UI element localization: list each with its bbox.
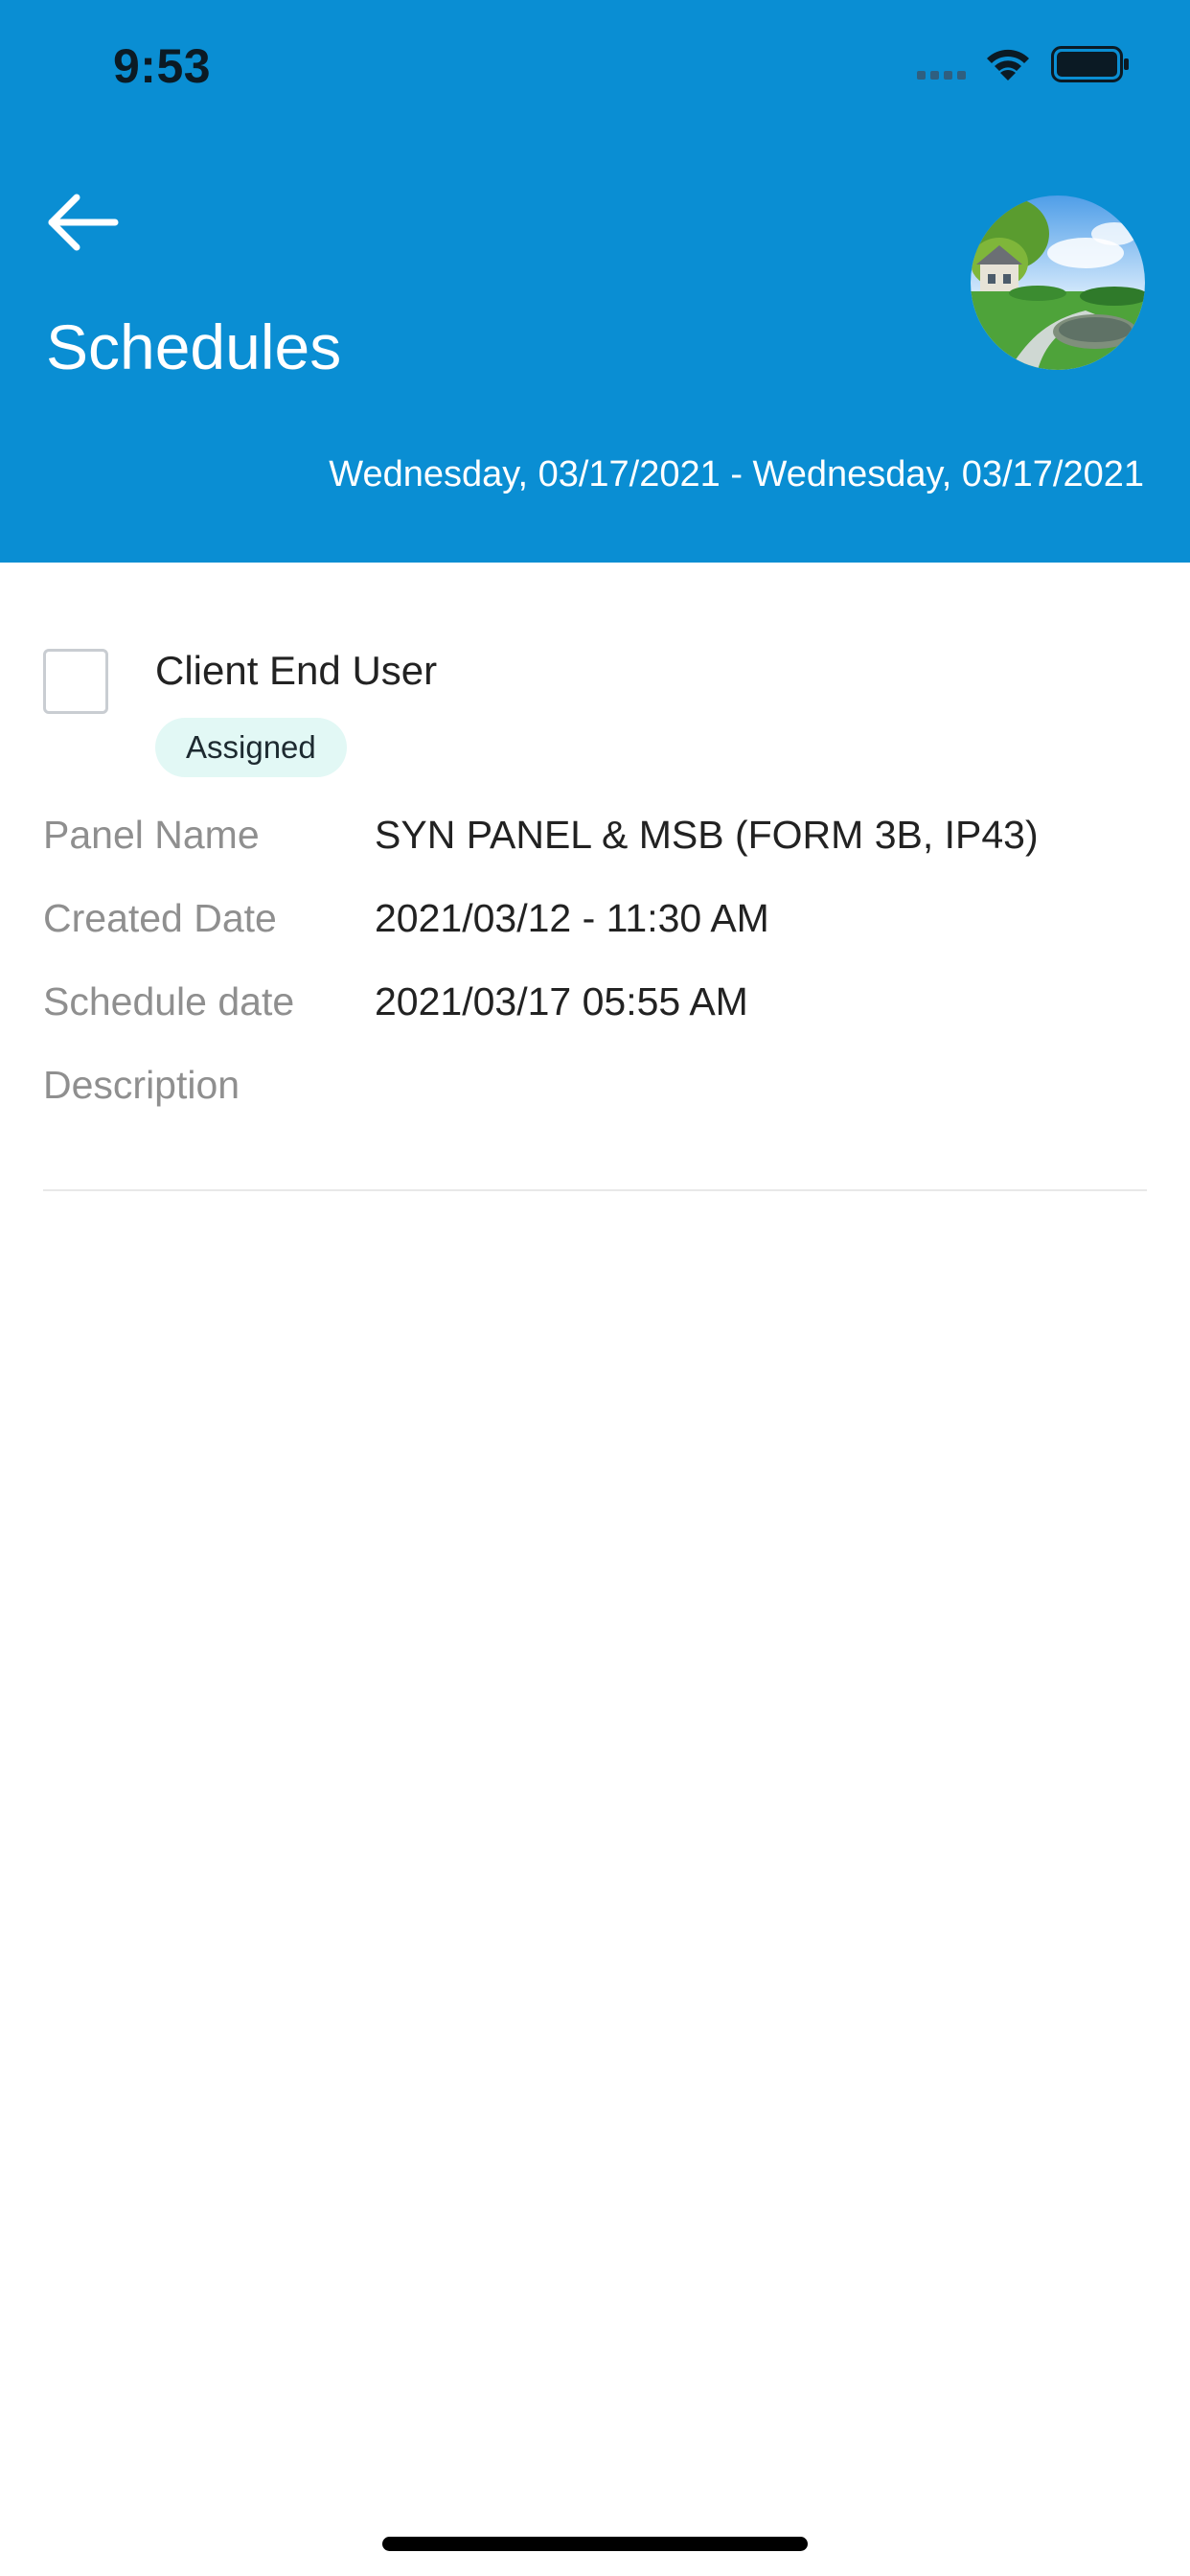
created-date-value: 2021/03/12 - 11:30 AM bbox=[375, 896, 769, 940]
user-avatar[interactable] bbox=[971, 196, 1145, 370]
home-indicator[interactable] bbox=[382, 2537, 808, 2551]
description-row: Description bbox=[43, 1063, 1145, 1120]
landscape-avatar-image bbox=[971, 196, 1145, 370]
battery-icon bbox=[1051, 46, 1129, 82]
wifi-icon bbox=[987, 49, 1029, 80]
schedule-date-value: 2021/03/17 05:55 AM bbox=[375, 979, 748, 1024]
select-checkbox[interactable] bbox=[43, 649, 108, 714]
panel-name-value: SYN PANEL & MSB (FORM 3B, IP43) bbox=[375, 813, 1039, 857]
app-header: 9:53 Schedules Wednesday, 03/17/2021 - W… bbox=[0, 0, 1190, 563]
page-title: Schedules bbox=[46, 311, 342, 382]
created-date-row: Created Date 2021/03/12 - 11:30 AM bbox=[43, 896, 1145, 954]
created-date-label: Created Date bbox=[43, 896, 277, 940]
panel-name-row: Panel Name SYN PANEL & MSB (FORM 3B, IP4… bbox=[43, 813, 1145, 870]
date-range: Wednesday, 03/17/2021 - Wednesday, 03/17… bbox=[329, 454, 1144, 494]
cellular-signal-icon bbox=[917, 71, 966, 80]
schedule-date-row: Schedule date 2021/03/17 05:55 AM bbox=[43, 979, 1145, 1037]
divider bbox=[43, 1189, 1147, 1191]
schedule-date-label: Schedule date bbox=[43, 979, 295, 1024]
description-label: Description bbox=[43, 1063, 240, 1107]
panel-name-label: Panel Name bbox=[43, 813, 260, 857]
back-arrow-icon[interactable] bbox=[44, 188, 125, 257]
client-name: Client End User bbox=[155, 648, 438, 693]
status-badge: Assigned bbox=[155, 718, 347, 777]
status-bar-time: 9:53 bbox=[113, 39, 212, 93]
